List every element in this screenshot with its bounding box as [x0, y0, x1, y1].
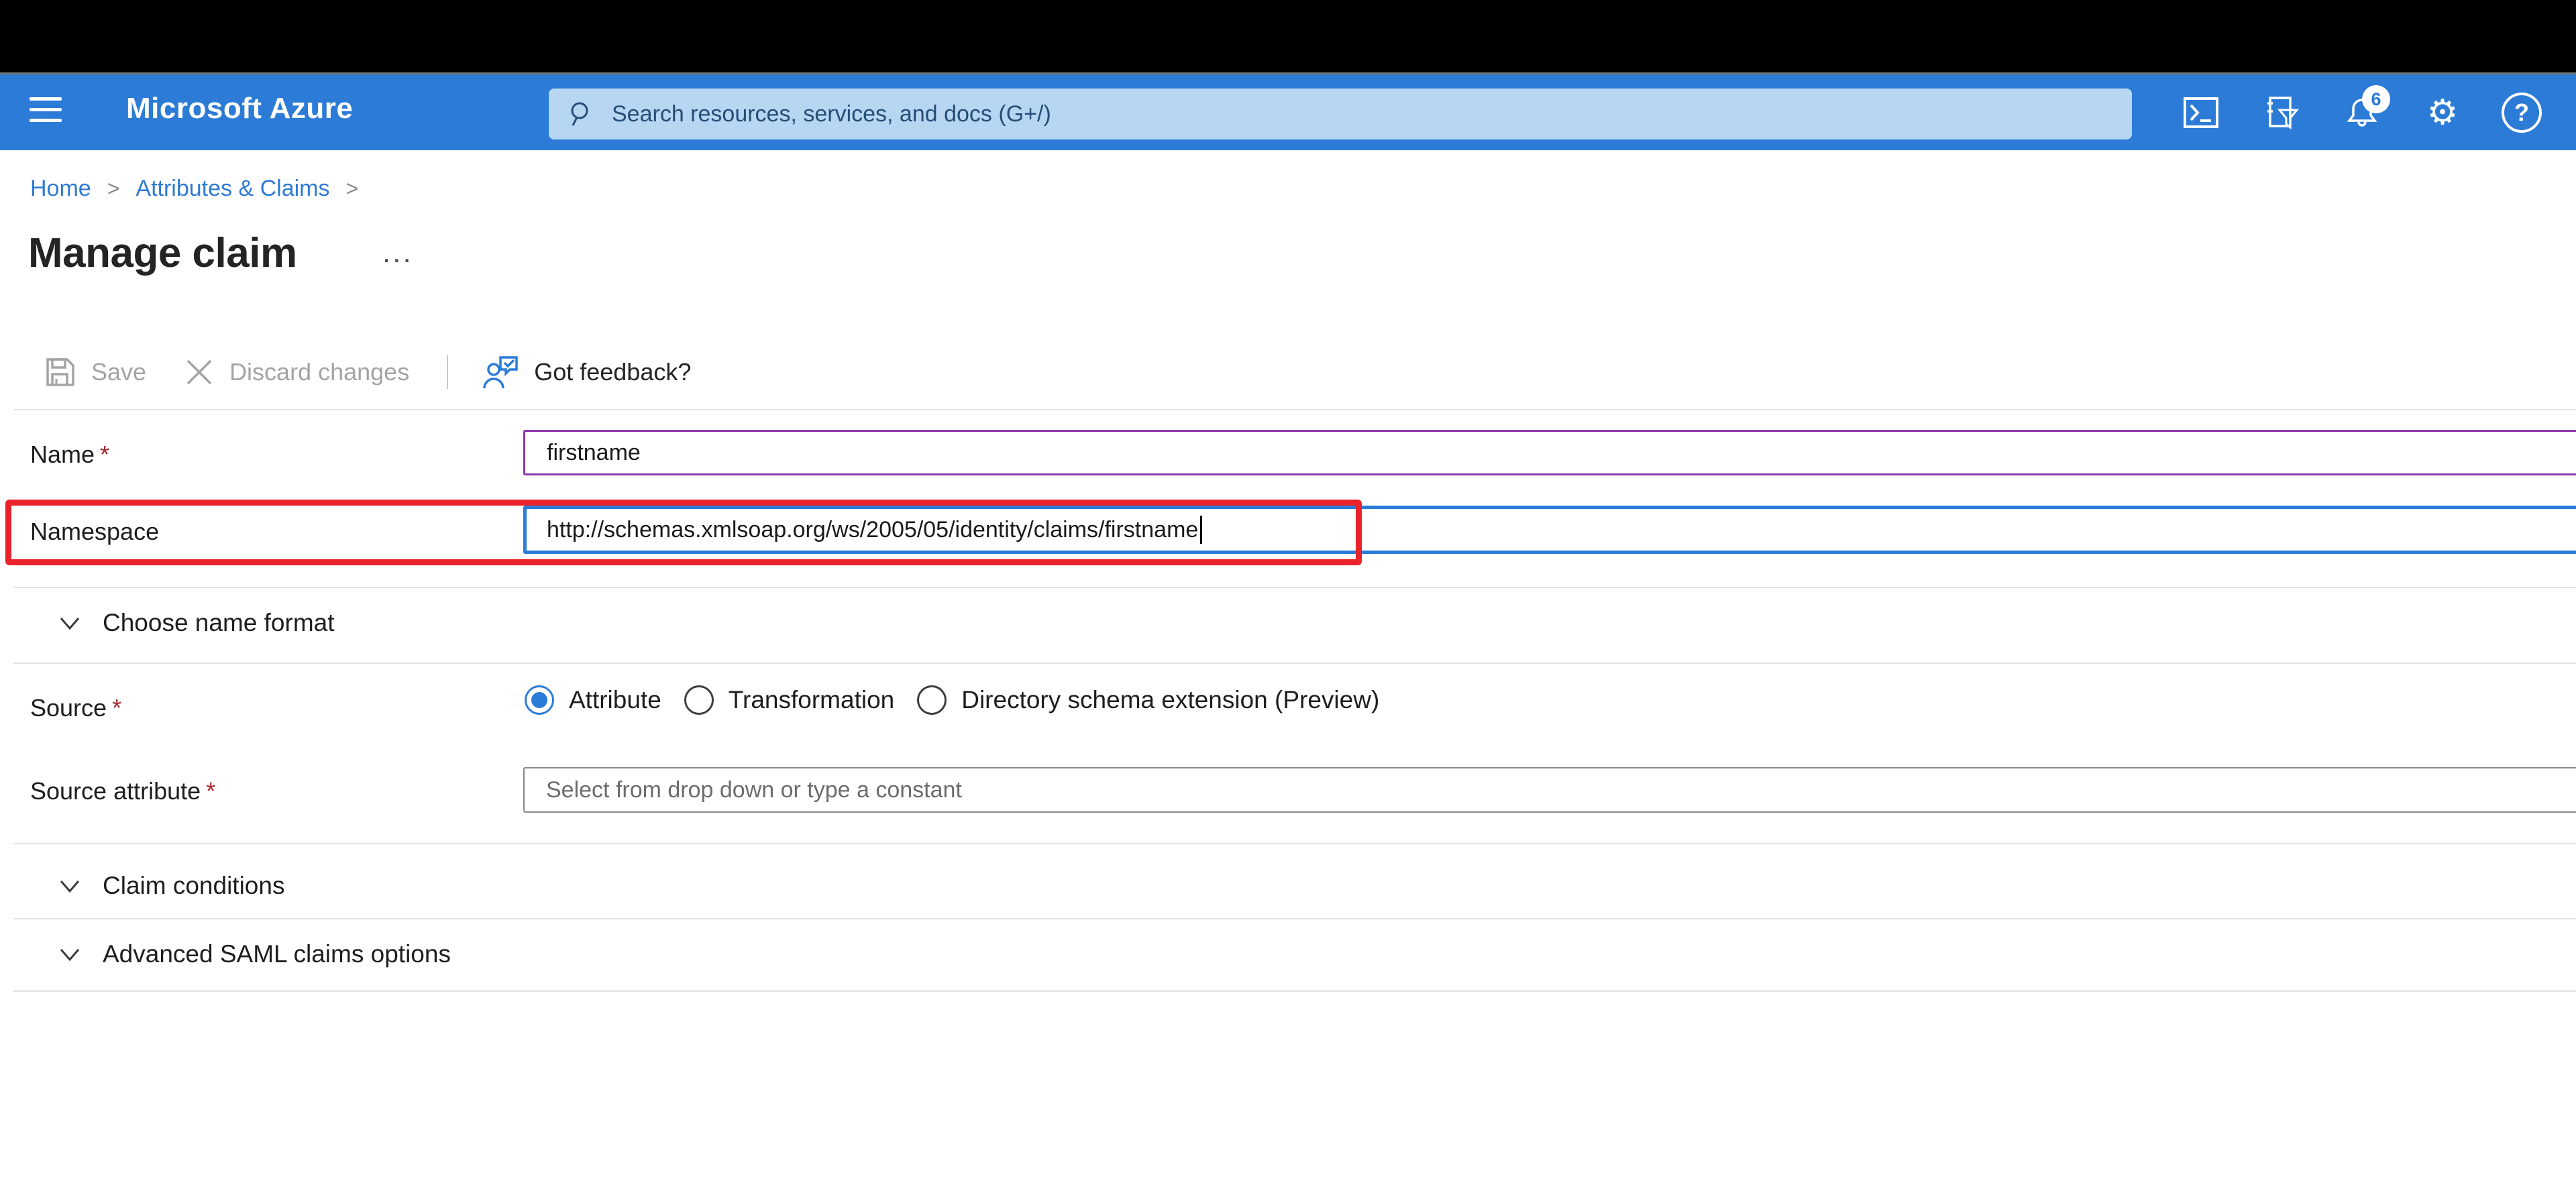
search-icon: [571, 102, 588, 126]
got-feedback-label: Got feedback?: [534, 358, 692, 386]
close-icon: [184, 357, 215, 388]
chevron-down-icon: [60, 880, 80, 893]
source-attribute-input[interactable]: Select from drop down or type a constant: [523, 767, 2576, 813]
claim-conditions-label: Claim conditions: [103, 872, 285, 899]
name-input[interactable]: firstname: [523, 430, 2576, 475]
source-attribute-field-label: Source attribute *: [30, 777, 216, 805]
save-button[interactable]: Save: [44, 356, 146, 388]
divider: [13, 409, 2576, 410]
radio-directory-schema-extension-label[interactable]: Directory schema extension (Preview): [961, 686, 1379, 714]
browser-chrome-strip: [0, 0, 2576, 72]
command-bar: Save Discard changes Got feedback?: [44, 349, 691, 396]
help-button[interactable]: ?: [2489, 74, 2554, 150]
toolbar-divider: [447, 355, 449, 389]
breadcrumb-home-link[interactable]: Home: [30, 176, 91, 202]
breadcrumb-separator: >: [107, 176, 120, 200]
divider: [13, 990, 2576, 992]
notification-count-badge: 6: [2362, 85, 2390, 113]
claim-conditions-expander[interactable]: Claim conditions: [57, 872, 284, 900]
source-field-label: Source *: [30, 694, 122, 722]
advanced-saml-options-label: Advanced SAML claims options: [103, 940, 451, 968]
directory-filter-icon: [2267, 96, 2300, 129]
radio-attribute-label[interactable]: Attribute: [569, 686, 661, 714]
azure-portal-screen: Microsoft Azure Search resources, servic…: [0, 0, 2576, 1203]
chevron-down-icon: [60, 618, 80, 630]
choose-name-format-label: Choose name format: [103, 609, 335, 636]
save-label: Save: [91, 358, 147, 386]
name-field-label: Name *: [30, 441, 110, 468]
namespace-input[interactable]: http://schemas.xmlsoap.org/ws/2005/05/id…: [523, 506, 2576, 554]
brand-title[interactable]: Microsoft Azure: [126, 92, 353, 125]
global-search-box[interactable]: [549, 89, 2132, 139]
chevron-down-icon: [60, 949, 80, 962]
top-nav-bar: Microsoft Azure Search resources, servic…: [0, 74, 2576, 150]
save-icon: [44, 356, 76, 388]
choose-name-format-expander[interactable]: Choose name format: [57, 609, 335, 637]
advanced-saml-options-expander[interactable]: Advanced SAML claims options: [57, 940, 451, 968]
breadcrumb-separator: >: [345, 176, 359, 200]
title-more-button[interactable]: ...: [382, 236, 413, 270]
radio-directory-schema-extension[interactable]: [917, 685, 947, 715]
help-icon: ?: [2502, 92, 2542, 133]
divider: [13, 843, 2576, 844]
divider: [13, 918, 2576, 919]
settings-button[interactable]: ⚙: [2410, 74, 2475, 150]
breadcrumb-attributes-claims-link[interactable]: Attributes & Claims: [136, 176, 329, 202]
breadcrumb: Home > Attributes & Claims >: [30, 176, 374, 202]
radio-transformation-label[interactable]: Transformation: [729, 686, 894, 714]
namespace-field-label: Namespace: [30, 518, 160, 545]
got-feedback-button[interactable]: Got feedback?: [483, 355, 691, 390]
required-asterisk: *: [112, 694, 122, 722]
required-asterisk: *: [206, 777, 216, 805]
divider: [13, 663, 2576, 664]
hamburger-menu-button[interactable]: [30, 97, 62, 127]
required-asterisk: *: [100, 441, 110, 468]
source-radio-group: Attribute Transformation Directory schem…: [525, 685, 1402, 715]
discard-changes-button[interactable]: Discard changes: [184, 357, 409, 388]
radio-transformation[interactable]: [684, 685, 714, 715]
gear-icon: ⚙: [2426, 93, 2459, 132]
search-input[interactable]: [610, 100, 2089, 128]
radio-attribute[interactable]: [525, 685, 554, 715]
discard-changes-label: Discard changes: [229, 358, 410, 386]
text-cursor: [1200, 516, 1203, 544]
cloud-shell-button[interactable]: [2169, 74, 2233, 150]
subscription-filter-button[interactable]: [2249, 74, 2314, 150]
feedback-person-icon: [483, 355, 519, 390]
page-title: Manage claim: [28, 230, 297, 276]
divider: [13, 587, 2576, 588]
terminal-icon: [2184, 97, 2218, 128]
notifications-button[interactable]: 6: [2330, 74, 2394, 150]
